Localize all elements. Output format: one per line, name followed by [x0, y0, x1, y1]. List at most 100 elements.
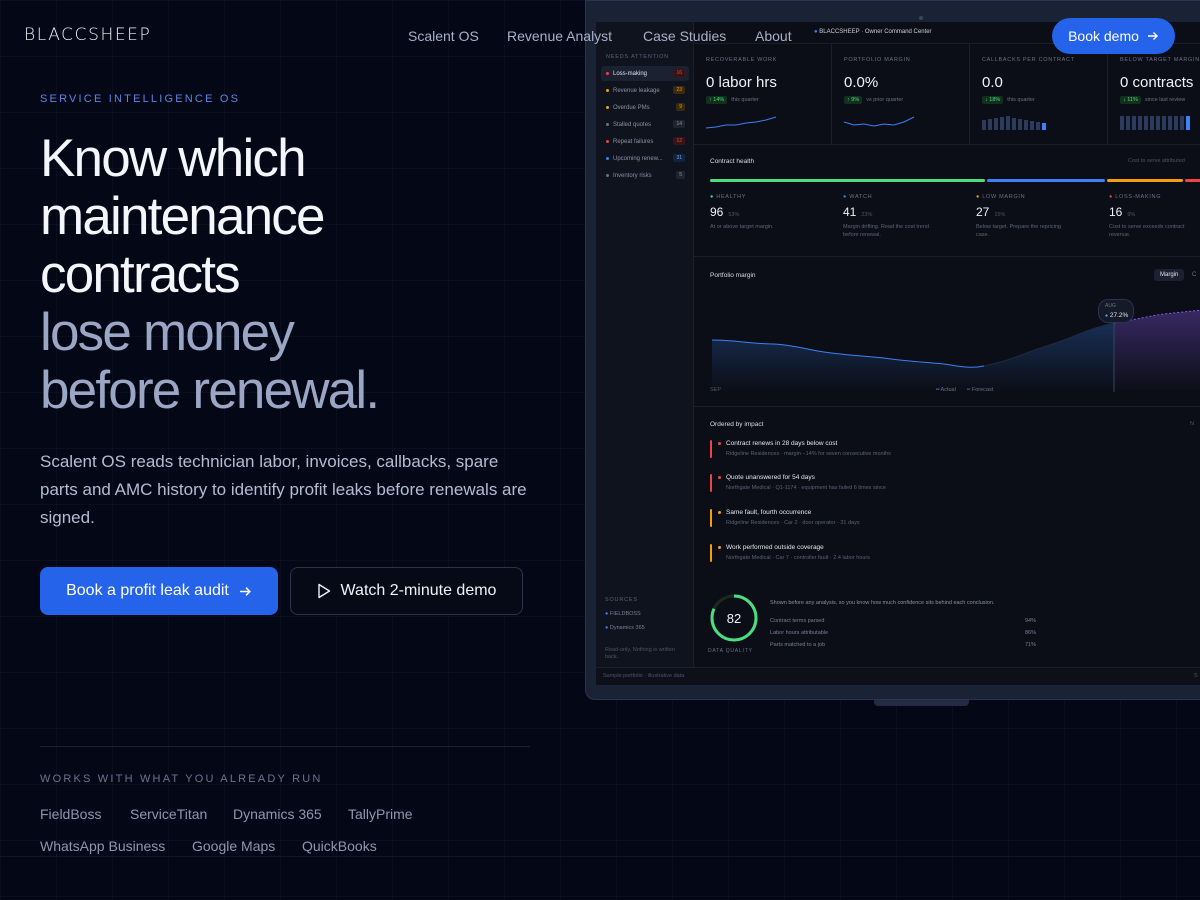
sidebar-count: 12	[673, 137, 685, 145]
health-stat-watch: ● WATCH 41 23% Margin drifting. Read the …	[843, 194, 973, 239]
impact-severity-bar	[710, 509, 712, 527]
dashboard-footer-text: Sample portfolio · illustrative data	[603, 673, 685, 679]
health-stat-desc: Below target. Prepare the repricing case…	[976, 224, 1061, 238]
health-bar-healthy	[710, 179, 985, 182]
integration-dynamics-365: Dynamics 365	[233, 806, 322, 822]
brand-logo[interactable]: BLACCSHEEP	[24, 25, 151, 45]
kpi-delta-note: this quarter	[1007, 97, 1035, 103]
book-audit-button[interactable]: Book a profit leak audit	[40, 567, 278, 615]
impact-dot	[718, 546, 721, 549]
dashboard-footer: Sample portfolio · illustrative data S	[596, 667, 1200, 685]
kpi-bar-sparkline	[982, 116, 1046, 130]
data-quality-label: DATA QUALITY	[708, 648, 753, 654]
sidebar-item-inventory-risks[interactable]: Inventory risks 5	[601, 168, 689, 183]
dq-row-label: Contract terms parsed	[770, 618, 825, 624]
status-dot	[606, 72, 609, 75]
kpi-delta-note: this quarter	[731, 97, 759, 103]
sidebar-item-label: Loss-making	[613, 70, 648, 77]
health-stat-label-text: LOSS-MAKING	[1115, 194, 1162, 200]
health-stat-healthy: ● HEALTHY 96 53% At or above target margi…	[710, 194, 840, 231]
integration-quickbooks: QuickBooks	[302, 838, 377, 854]
health-stat-label: ● HEALTHY	[710, 194, 747, 200]
health-stat-label: ● WATCH	[843, 194, 873, 200]
health-stat-loss-making: ● LOSS-MAKING 16 9% Cost to serve exceeds…	[1109, 194, 1200, 239]
impact-dot	[718, 476, 721, 479]
contract-health-title: Contract health	[710, 158, 755, 165]
book-demo-button[interactable]: Book demo	[1052, 18, 1175, 54]
kpi-value: 0 contracts	[1120, 74, 1194, 91]
impact-item-detail: Northgate Medical · Car 7 · controller f…	[726, 555, 870, 561]
health-bar-loss-making	[1185, 179, 1200, 182]
health-stat-label: ● LOW MARGIN	[976, 194, 1026, 200]
sidebar-item-upcoming-renewals[interactable]: Upcoming renew... 31	[601, 151, 689, 166]
kpi-label: RECOVERABLE WORK	[706, 57, 778, 63]
dq-row-value: 71%	[1024, 642, 1036, 648]
sidebar-item-label: Overdue PMs	[613, 104, 650, 111]
hero-title-line: Know which	[40, 129, 307, 188]
kpi-delta-value: 18%	[989, 97, 1001, 103]
hero-title-line-muted: before renewal.	[40, 361, 380, 420]
sidebar-item-stalled-quotes[interactable]: Stalled quotes 14	[601, 117, 689, 132]
status-dot	[606, 89, 609, 92]
dq-row: Contract terms parsed 94%	[770, 618, 1036, 624]
kpi-sparkline	[844, 116, 915, 127]
kpi-value: 0 labor hrs	[706, 74, 777, 91]
watch-demo-button[interactable]: Watch 2-minute demo	[290, 567, 523, 615]
kpi-delta-badge: ↓ 18%	[982, 96, 1004, 104]
kpi-delta: ↓ 18% this quarter	[982, 96, 1035, 104]
kpi-below-target: BELOW TARGET MARGIN 0 contracts ↓ 11% sin…	[1108, 44, 1200, 144]
status-dot	[606, 123, 609, 126]
kpi-label: PORTFOLIO MARGIN	[844, 57, 911, 63]
health-stat-count: 16 9%	[1109, 205, 1200, 219]
laptop-camera	[919, 16, 923, 20]
hero-title: Know which maintenance contracts lose mo…	[40, 129, 380, 420]
nav-about[interactable]: About	[755, 28, 792, 44]
sidebar-item-loss-making[interactable]: Loss-making 16	[601, 66, 689, 81]
impact-item-detail: Ridgeline Residences · margin −14% for s…	[726, 451, 891, 457]
kpi-delta: ↑ 9% vs prior quarter	[844, 96, 904, 104]
hero-title-line-muted: lose money	[40, 303, 295, 362]
impact-severity-bar	[710, 474, 712, 492]
nav-scalent-os[interactable]: Scalent OS	[408, 28, 479, 44]
kpi-callbacks: CALLBACKS PER CONTRACT 0.0 ↓ 18% this qua…	[970, 44, 1108, 144]
dashboard-footer-right: S	[1194, 673, 1198, 679]
dq-row: Parts matched to a job 71%	[770, 642, 1036, 648]
sidebar-item-revenue-leakage[interactable]: Revenue leakage 23	[601, 83, 689, 98]
kpi-value: 0.0	[982, 74, 1003, 91]
kpi-sparkline	[706, 116, 777, 129]
status-dot	[606, 106, 609, 109]
tab-other[interactable]: C	[1192, 272, 1196, 278]
nav-case-studies[interactable]: Case Studies	[643, 28, 726, 44]
kpi-delta-note: vs prior quarter	[866, 97, 904, 103]
sidebar-item-label: Repeat failures	[613, 138, 654, 145]
sidebar-item-repeat-failures[interactable]: Repeat failures 12	[601, 134, 689, 149]
health-stat-pct: 23%	[861, 212, 873, 218]
sidebar-item-overdue-pms[interactable]: Overdue PMs 9	[601, 100, 689, 115]
dq-row-value: 94%	[1024, 618, 1036, 624]
source-dynamics: ● Dynamics 365	[605, 625, 645, 631]
page-bottom-divider	[0, 856, 1200, 857]
health-stat-desc: Cost to serve exceeds contract revenue.	[1109, 224, 1185, 238]
window-title: ● BLACCSHEEP · Owner Command Center	[814, 29, 932, 35]
health-stat-low-margin: ● LOW MARGIN 27 15% Below target. Prepare…	[976, 194, 1106, 239]
laptop-base	[874, 700, 969, 706]
sidebar-count: 23	[673, 86, 685, 94]
impact-item-detail: Ridgeline Residences · Car 2 · door oper…	[726, 520, 860, 526]
book-audit-label: Book a profit leak audit	[66, 582, 229, 599]
sidebar-count: 5	[676, 171, 685, 179]
tab-margin[interactable]: Margin	[1154, 269, 1185, 281]
kpi-delta-value: 14%	[713, 97, 725, 103]
sources-note: Read-only. Nothing is written back.	[605, 647, 675, 660]
health-stat-count-value: 41	[843, 205, 857, 219]
sidebar-item-label: Upcoming renew...	[613, 155, 663, 162]
health-stat-desc: Margin drifting. Read the cost trend bef…	[843, 224, 929, 238]
tooltip-value-text: 27.2%	[1109, 312, 1129, 319]
integration-whatsapp-business: WhatsApp Business	[40, 838, 166, 854]
health-bar-low-margin	[1107, 179, 1183, 182]
sidebar-item-label: Stalled quotes	[613, 121, 652, 128]
impact-item-title: Contract renews in 28 days below cost	[726, 440, 838, 447]
nav-revenue-analyst[interactable]: Revenue Analyst	[507, 28, 612, 44]
impact-item-title: Same fault, fourth occurrence	[726, 509, 812, 516]
impact-item-title: Work performed outside coverage	[726, 544, 824, 551]
sidebar-count: 31	[673, 154, 685, 162]
